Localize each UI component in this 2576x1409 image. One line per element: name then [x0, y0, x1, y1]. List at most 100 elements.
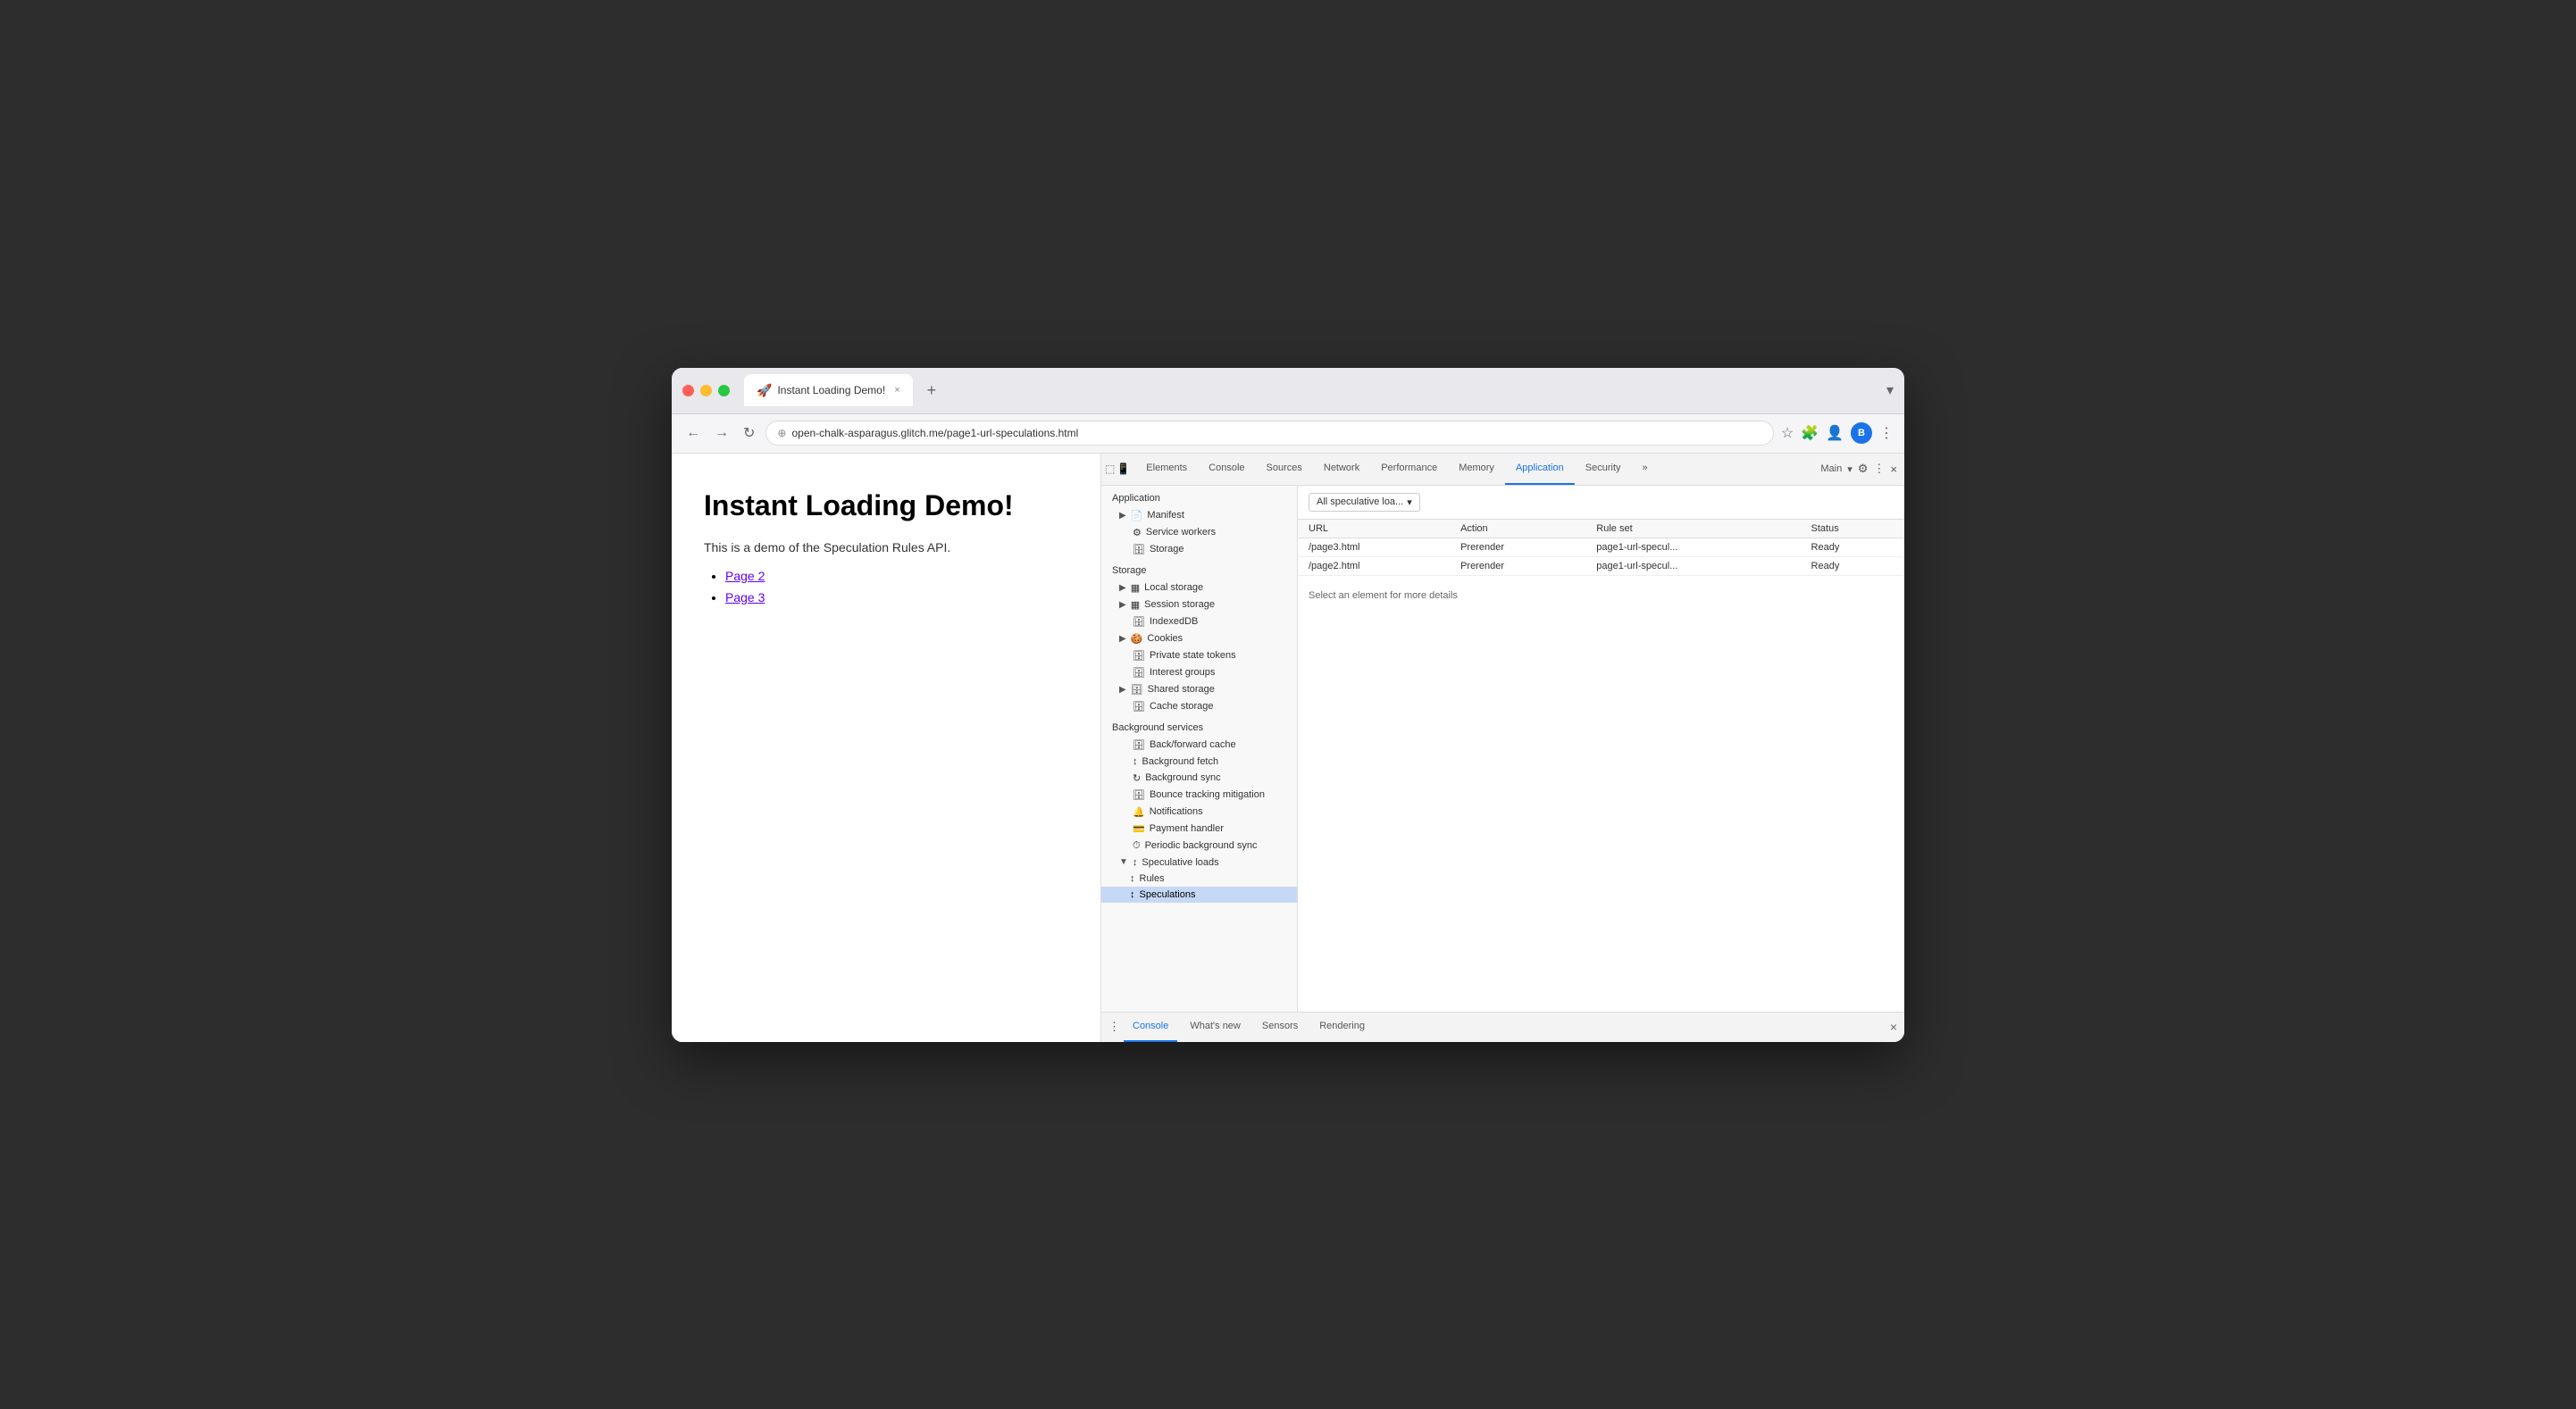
- device-icon[interactable]: 📱: [1117, 463, 1130, 475]
- new-tab-button[interactable]: +: [920, 378, 944, 404]
- sidebar-icon-cookies: 🍪: [1131, 633, 1143, 645]
- tab-close-button[interactable]: ×: [894, 385, 899, 396]
- tab-elements[interactable]: Elements: [1135, 454, 1198, 486]
- filter-dropdown[interactable]: All speculative loa... ▾: [1309, 493, 1420, 512]
- sidebar-icon-bt: 🗄: [1133, 789, 1145, 801]
- table-row[interactable]: /page3.html Prerender page1-url-specul..…: [1298, 538, 1904, 556]
- sidebar-label-storage: Storage: [1150, 544, 1184, 554]
- tab-console[interactable]: Console: [1198, 454, 1255, 486]
- sidebar-label-ps: Periodic background sync: [1145, 840, 1258, 851]
- sidebar-item-interest-groups[interactable]: 🗄 Interest groups: [1101, 664, 1297, 681]
- sidebar-icon-ss: ▦: [1131, 599, 1140, 611]
- sidebar-item-bounce-tracking[interactable]: 🗄 Bounce tracking mitigation: [1101, 787, 1297, 804]
- dropdown-icon[interactable]: ▾: [1886, 381, 1894, 399]
- table-row[interactable]: /page2.html Prerender page1-url-specul..…: [1298, 556, 1904, 575]
- close-devtools-button[interactable]: ×: [1890, 463, 1897, 476]
- sidebar-item-cookies[interactable]: ▶ 🍪 Cookies: [1101, 630, 1297, 647]
- inspect-icon[interactable]: ⬚: [1105, 463, 1115, 475]
- bottom-tab-rendering[interactable]: Rendering: [1310, 1012, 1374, 1042]
- more-button[interactable]: ⋮: [1873, 462, 1885, 476]
- devtools-panel: ⬚ 📱 Elements Console Sources Network Per…: [1100, 454, 1904, 1042]
- section-bg-services: Background services: [1101, 715, 1297, 737]
- traffic-lights: [682, 385, 730, 396]
- tab-sources[interactable]: Sources: [1256, 454, 1313, 486]
- sidebar-item-storage-root[interactable]: 🗄 Storage: [1101, 541, 1297, 558]
- sidebar-item-cache-storage[interactable]: 🗄 Cache storage: [1101, 698, 1297, 715]
- sidebar-label-sw: Service workers: [1146, 527, 1216, 538]
- sidebar-item-manifest[interactable]: ▶ 📄 Manifest: [1101, 507, 1297, 524]
- sidebar-label-ls: Local storage: [1144, 582, 1203, 593]
- sidebar-label-pay: Payment handler: [1150, 823, 1224, 834]
- col-ruleset: Rule set: [1585, 520, 1800, 538]
- browser-tab[interactable]: 🚀 Instant Loading Demo! ×: [744, 374, 913, 406]
- sidebar-label-bgf: Background fetch: [1142, 756, 1219, 767]
- sidebar-label-shs: Shared storage: [1148, 684, 1215, 695]
- gear-button[interactable]: ⚙: [1858, 462, 1869, 476]
- devtools-tabs: ⬚ 📱 Elements Console Sources Network Per…: [1101, 454, 1904, 486]
- sidebar-label-bfc: Back/forward cache: [1150, 739, 1236, 750]
- sidebar-item-notifications[interactable]: 🔔 Notifications: [1101, 804, 1297, 821]
- expand-icon: ▶: [1119, 685, 1126, 695]
- col-url: URL: [1298, 520, 1450, 538]
- sidebar-label-bgs: Background sync: [1145, 772, 1220, 783]
- forward-button[interactable]: →: [711, 421, 732, 445]
- address-bar[interactable]: ⊕ open-chalk-asparagus.glitch.me/page1-u…: [765, 421, 1773, 446]
- sidebar-item-rules[interactable]: ↕ Rules: [1101, 871, 1297, 887]
- bottom-tab-console[interactable]: Console: [1124, 1012, 1177, 1042]
- sidebar-label-cs: Cache storage: [1150, 701, 1214, 712]
- expand-icon: ▶: [1119, 583, 1126, 593]
- tab-performance[interactable]: Performance: [1370, 454, 1448, 486]
- sidebar-item-bg-sync[interactable]: ↻ Background sync: [1101, 770, 1297, 787]
- sidebar-item-indexeddb[interactable]: 🗄 IndexedDB: [1101, 613, 1297, 630]
- sidebar-item-session-storage[interactable]: ▶ ▦ Session storage: [1101, 596, 1297, 613]
- page2-link[interactable]: Page 2: [725, 569, 765, 583]
- sidebar-icon-pt: 🗄: [1133, 650, 1145, 662]
- expand-icon: ▶: [1119, 634, 1126, 644]
- page3-link[interactable]: Page 3: [725, 590, 765, 604]
- dropdown-arrow-icon: ▾: [1407, 496, 1412, 508]
- close-button[interactable]: [682, 385, 694, 396]
- bottom-menu-icon[interactable]: ⋮: [1108, 1020, 1120, 1034]
- bottom-close-button[interactable]: ×: [1890, 1020, 1897, 1034]
- sidebar-label-cookies: Cookies: [1147, 633, 1183, 644]
- bottom-tab-whatsnew[interactable]: What's new: [1181, 1012, 1250, 1042]
- sidebar-icon-pay: 💳: [1133, 823, 1145, 835]
- tab-security[interactable]: Security: [1575, 454, 1632, 486]
- sidebar-item-bfcache[interactable]: 🗄 Back/forward cache: [1101, 737, 1297, 754]
- avatar[interactable]: B: [1851, 422, 1872, 444]
- tab-memory[interactable]: Memory: [1448, 454, 1505, 486]
- speculations-table: URL Action Rule set Status /page3.html P…: [1298, 520, 1904, 576]
- page-title: Instant Loading Demo!: [704, 489, 1068, 522]
- sidebar-item-bg-fetch[interactable]: ↕ Background fetch: [1101, 754, 1297, 770]
- sidebar-label-rules: Rules: [1140, 873, 1165, 884]
- minimize-button[interactable]: [700, 385, 712, 396]
- sidebar-item-local-storage[interactable]: ▶ ▦ Local storage: [1101, 579, 1297, 596]
- sidebar-item-payment[interactable]: 💳 Payment handler: [1101, 821, 1297, 838]
- star-icon[interactable]: ☆: [1781, 424, 1794, 442]
- sidebar-item-speculations[interactable]: ↕ Speculations: [1101, 887, 1297, 903]
- list-item: Page 3: [725, 590, 1068, 606]
- tab-application[interactable]: Application: [1505, 454, 1575, 486]
- sidebar-item-spec-loads[interactable]: ▼ ↕ Speculative loads: [1101, 855, 1297, 871]
- expand-icon: ▼: [1119, 857, 1128, 867]
- sidebar-label-ss: Session storage: [1144, 599, 1215, 610]
- sidebar-item-shared-storage[interactable]: ▶ 🗄 Shared storage: [1101, 681, 1297, 698]
- tab-network[interactable]: Network: [1313, 454, 1370, 486]
- maximize-button[interactable]: [718, 385, 730, 396]
- sidebar-label-spec: Speculations: [1140, 889, 1196, 900]
- sidebar-label-pt: Private state tokens: [1150, 650, 1236, 661]
- sidebar-item-service-workers[interactable]: ⚙ Service workers: [1101, 524, 1297, 541]
- devtools-context: Main ▾ ⚙ ⋮ ×: [1820, 462, 1901, 476]
- nav-right: ☆ 🧩 👤 B ⋮: [1781, 422, 1894, 444]
- sidebar-item-private-tokens[interactable]: 🗄 Private state tokens: [1101, 647, 1297, 664]
- bottom-tab-sensors[interactable]: Sensors: [1253, 1012, 1307, 1042]
- menu-icon[interactable]: ⋮: [1879, 424, 1894, 442]
- account-icon[interactable]: 👤: [1826, 424, 1844, 442]
- back-button[interactable]: ←: [682, 421, 704, 445]
- extensions-icon[interactable]: 🧩: [1801, 424, 1819, 442]
- sidebar-item-periodic-sync[interactable]: ⏱ Periodic background sync: [1101, 838, 1297, 855]
- tab-more[interactable]: »: [1632, 454, 1659, 486]
- reload-button[interactable]: ↻: [740, 421, 758, 446]
- sidebar-label-notif: Notifications: [1150, 806, 1203, 817]
- sidebar-label-manifest: Manifest: [1147, 510, 1184, 521]
